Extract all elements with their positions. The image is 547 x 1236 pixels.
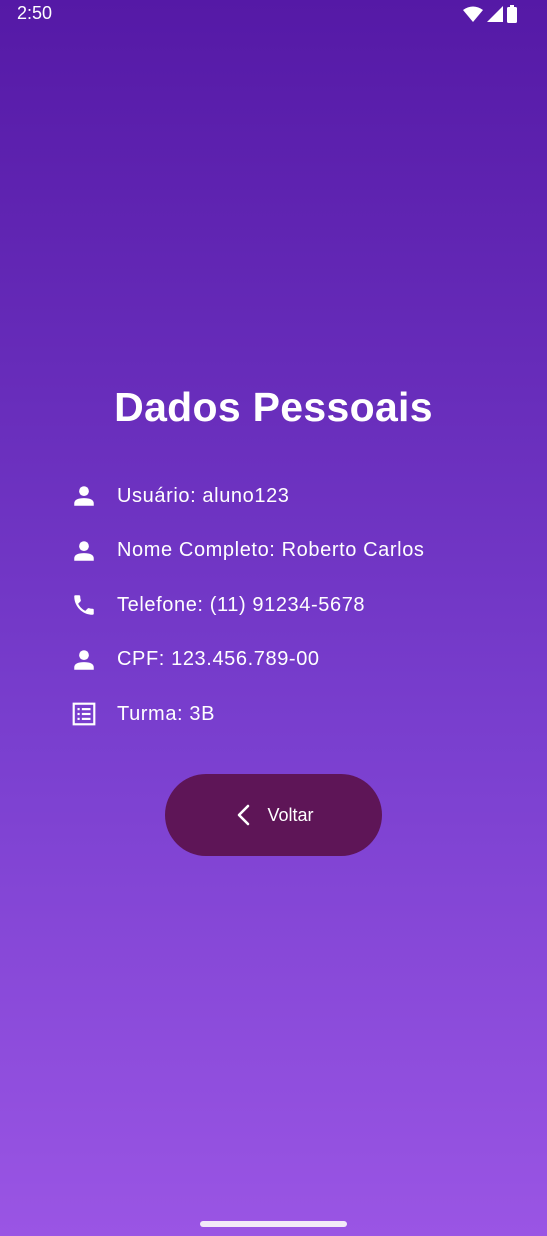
back-button[interactable]: Voltar — [165, 774, 382, 856]
chevron-left-icon — [233, 803, 253, 827]
page-title: Dados Pessoais — [114, 384, 433, 430]
person-icon — [70, 537, 97, 564]
info-list: Usuário: aluno123 Nome Completo: Roberto… — [70, 478, 510, 751]
battery-icon — [507, 5, 517, 23]
info-item-cpf: CPF: 123.456.789-00 — [70, 642, 510, 678]
info-item-telefone: Telefone: (11) 91234-5678 — [70, 587, 510, 623]
info-item-label: Telefone: (11) 91234-5678 — [117, 593, 366, 616]
info-item-label: Turma: 3B — [117, 702, 216, 725]
person-icon — [70, 646, 97, 673]
info-item-nome: Nome Completo: Roberto Carlos — [70, 533, 510, 569]
wifi-icon — [463, 6, 483, 22]
back-button-label: Voltar — [267, 804, 314, 825]
info-item-turma: Turma: 3B — [70, 696, 510, 732]
signal-icon — [487, 6, 503, 22]
info-item-label: Usuário: aluno123 — [117, 484, 290, 507]
status-icons — [463, 5, 517, 23]
status-time: 2:50 — [17, 3, 53, 23]
info-item-label: Nome Completo: Roberto Carlos — [117, 539, 425, 561]
status-bar: 2:50 — [0, 0, 547, 28]
info-item-usuario: Usuário: aluno123 — [70, 478, 510, 514]
person-icon — [70, 483, 97, 510]
info-item-label: CPF: 123.456.789-00 — [117, 648, 320, 670]
home-indicator[interactable] — [200, 1221, 347, 1227]
list-icon — [70, 701, 97, 728]
phone-icon — [70, 592, 97, 619]
